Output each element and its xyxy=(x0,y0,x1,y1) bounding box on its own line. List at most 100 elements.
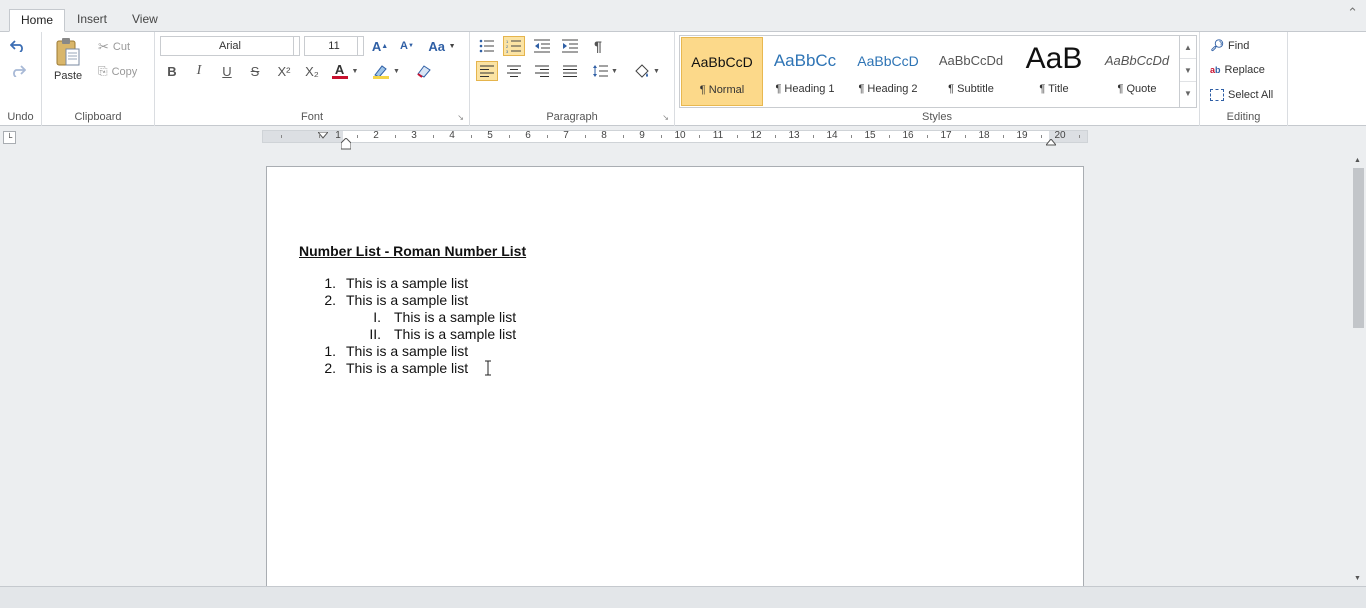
cut-icon: ✂ xyxy=(98,39,109,54)
copy-button[interactable]: ⎘ Copy xyxy=(98,64,137,79)
bold-button[interactable]: B xyxy=(163,62,181,80)
style-subtitle[interactable]: AaBbCcDd ¶ Subtitle xyxy=(930,37,1012,106)
italic-button[interactable]: I xyxy=(190,62,208,80)
list-text: This is a sample list xyxy=(346,360,469,376)
style-normal[interactable]: AaBbCcD ¶ Normal xyxy=(681,37,763,106)
undo-icon[interactable] xyxy=(9,38,27,54)
font-size-combo[interactable]: 11 xyxy=(304,36,364,56)
ruler-number: 16 xyxy=(902,130,914,141)
line-spacing-icon[interactable]: ▼ xyxy=(588,61,622,81)
paragraph-group: 123 ¶ ▼ ▼ Paragraph ↘ xyxy=(470,32,675,126)
paste-button[interactable]: Paste xyxy=(54,70,82,82)
scroll-up-icon[interactable]: ▲ xyxy=(1349,154,1366,168)
list-number: 1. xyxy=(324,343,336,359)
justify-icon[interactable] xyxy=(559,61,581,81)
style-quote[interactable]: AaBbCcDd ¶ Quote xyxy=(1096,37,1178,106)
find-button[interactable]: 🔎︎ Find xyxy=(1210,39,1249,53)
vertical-scrollbar[interactable]: ▲ ▼ xyxy=(1349,154,1366,586)
ruler-number: 17 xyxy=(940,130,952,141)
styles-gallery: AaBbCcD ¶ Normal AaBbCc ¶ Heading 1 AaBb… xyxy=(679,35,1197,108)
undo-group: Undo xyxy=(0,32,42,126)
cut-label: Cut xyxy=(112,41,131,53)
clipboard-group-label: Clipboard xyxy=(74,111,122,123)
style-sample: AaBbCcD xyxy=(857,53,919,69)
ruler-tick xyxy=(813,135,814,138)
gallery-scroll-up-icon[interactable]: ▲ xyxy=(1180,36,1196,59)
list-text: This is a sample list xyxy=(346,275,469,291)
ruler-tick xyxy=(547,135,548,138)
tab-stop-selector-icon[interactable]: └ xyxy=(3,131,16,144)
highlight-color-icon[interactable]: ▼ xyxy=(371,62,401,80)
style-name: ¶ Subtitle xyxy=(948,83,994,95)
left-indent-marker[interactable] xyxy=(340,137,352,150)
ruler-number: 18 xyxy=(978,130,990,141)
superscript-button[interactable]: X² xyxy=(274,62,294,80)
paste-icon[interactable] xyxy=(54,36,82,68)
font-color-button[interactable]: A ▼ xyxy=(331,60,359,82)
align-center-icon[interactable] xyxy=(503,61,525,81)
paragraph-dialog-launcher-icon[interactable]: ↘ xyxy=(662,113,669,122)
font-dialog-launcher-icon[interactable]: ↘ xyxy=(457,113,464,122)
cut-button[interactable]: ✂ Cut xyxy=(98,39,130,55)
replace-label: Replace xyxy=(1224,64,1265,76)
ruler-number: 7 xyxy=(563,130,569,141)
change-case-icon[interactable]: Aa ▼ xyxy=(425,38,459,54)
style-heading-1[interactable]: AaBbCc ¶ Heading 1 xyxy=(764,37,846,106)
select-all-label: Select All xyxy=(1228,89,1274,101)
decrease-indent-icon[interactable] xyxy=(531,36,553,56)
bullet-list-icon[interactable] xyxy=(476,36,498,56)
list-text: This is a sample list xyxy=(394,326,517,342)
strikethrough-button[interactable]: S xyxy=(246,62,264,80)
style-sample: AaB xyxy=(1025,42,1083,75)
font-size-value: 11 xyxy=(328,40,340,52)
style-name: ¶ Normal xyxy=(699,84,745,96)
align-right-icon[interactable] xyxy=(531,61,553,81)
select-all-icon xyxy=(1210,89,1224,101)
right-indent-marker[interactable] xyxy=(1044,136,1058,146)
font-family-combo[interactable]: Arial xyxy=(160,36,300,56)
collapse-ribbon-icon[interactable]: ⌃ xyxy=(1347,5,1358,21)
ruler-number: 9 xyxy=(639,130,645,141)
ruler-number: 5 xyxy=(487,130,493,141)
grow-font-icon[interactable]: A ▲ xyxy=(371,38,389,54)
select-all-button[interactable]: Select All xyxy=(1210,89,1273,101)
gallery-scroll-down-icon[interactable]: ▼ xyxy=(1180,59,1196,82)
ruler-tick xyxy=(851,135,852,138)
scroll-down-icon[interactable]: ▼ xyxy=(1349,572,1366,586)
editing-group-label: Editing xyxy=(1226,111,1261,123)
redo-icon[interactable] xyxy=(9,63,27,79)
numbered-list-icon[interactable]: 123 xyxy=(503,36,525,56)
scrollbar-thumb[interactable] xyxy=(1353,168,1364,328)
style-title[interactable]: AaB ¶ Title xyxy=(1013,37,1095,106)
clear-formatting-icon[interactable] xyxy=(415,62,433,80)
document-heading: Number List - Roman Number List xyxy=(299,243,527,259)
shading-icon[interactable]: ▼ xyxy=(630,61,664,81)
document-page[interactable]: Number List - Roman Number List 1. This … xyxy=(266,166,1084,586)
first-line-indent-marker[interactable] xyxy=(316,129,330,139)
styles-group-label: Styles xyxy=(922,111,952,123)
shrink-font-icon[interactable]: A ▼ xyxy=(398,38,416,54)
copy-icon: ⎘ xyxy=(98,64,108,78)
style-name: ¶ Title xyxy=(1039,83,1069,95)
tab-view[interactable]: View xyxy=(121,9,169,32)
style-name: ¶ Heading 1 xyxy=(775,83,835,95)
horizontal-ruler[interactable]: 1 2 3 4 5 6 7 8 9 10 11 12 13 14 15 16 17 18 19 20 xyxy=(262,130,1088,143)
style-sample: AaBbCcDd xyxy=(1104,53,1170,68)
align-left-icon[interactable] xyxy=(476,61,498,81)
tab-home[interactable]: Home xyxy=(9,9,66,32)
ruler-number: 14 xyxy=(826,130,838,141)
underline-button[interactable]: U xyxy=(218,62,236,80)
subscript-button[interactable]: X₂ xyxy=(302,62,322,80)
tab-insert[interactable]: Insert xyxy=(66,9,118,32)
ruler-tick xyxy=(775,135,776,138)
ruler-number: 19 xyxy=(1016,130,1028,141)
gallery-more-icon[interactable]: ▼ xyxy=(1180,82,1196,105)
list-number: II. xyxy=(369,326,381,342)
ruler-tick xyxy=(357,135,358,138)
replace-button[interactable]: ab Replace xyxy=(1210,64,1265,76)
increase-indent-icon[interactable] xyxy=(559,36,581,56)
style-heading-2[interactable]: AaBbCcD ¶ Heading 2 xyxy=(847,37,929,106)
status-bar xyxy=(0,586,1366,608)
show-formatting-marks-button[interactable]: ¶ xyxy=(588,36,608,56)
ruler-number: 2 xyxy=(373,130,379,141)
